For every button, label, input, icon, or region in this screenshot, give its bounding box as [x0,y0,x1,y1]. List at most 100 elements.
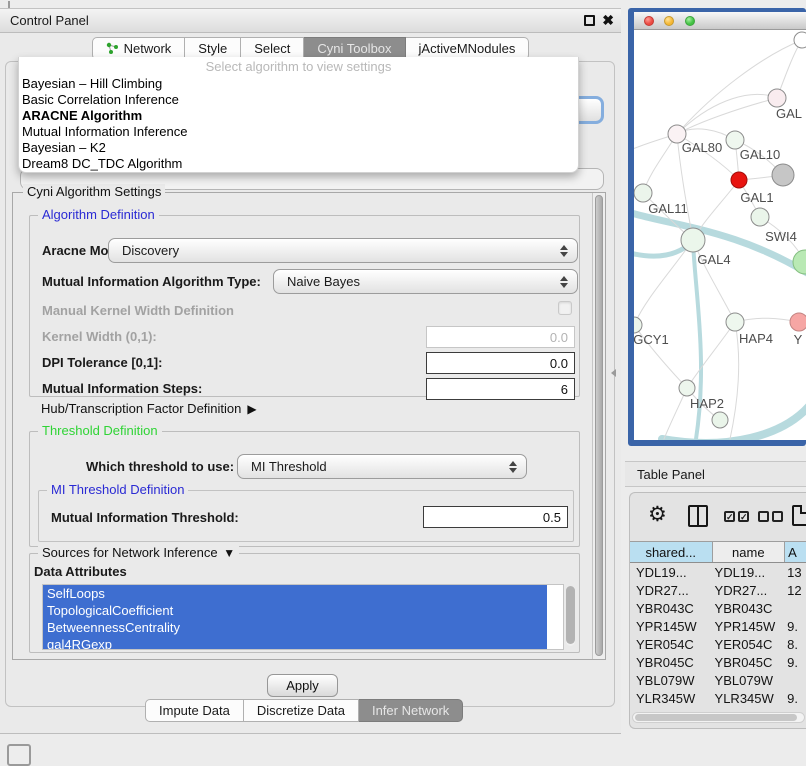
mi-threshold-label: Mutual Information Threshold: [51,510,239,525]
mi-threshold-input[interactable] [423,506,568,528]
algorithm-option[interactable]: Bayesian – K2 [19,140,578,156]
tab-discretize-data[interactable]: Discretize Data [244,699,359,722]
attribute-item-selected[interactable]: gal4RGexp [43,636,547,650]
close-traffic-light[interactable] [644,16,654,26]
table-row[interactable]: YPR145W YPR145W 9. [630,618,806,636]
table-row[interactable]: YBL079W YBL079W [630,672,806,690]
dpi-tolerance-input[interactable] [426,352,575,374]
hub-definition-label: Hub/Transcription Factor Definition [41,401,241,416]
attribute-item-selected[interactable]: BetweennessCentrality [43,619,547,636]
threshold-definition-group: Threshold Definition Which threshold to … [29,431,580,547]
network-canvas[interactable]: GALGAL80GAL10GAL1GAL11SWI4GAL4GCY1HAP4YH… [634,30,806,440]
table-row[interactable]: YER054C YER054C 8. [630,636,806,654]
algorithm-option[interactable]: Mutual Information Inference [19,124,578,140]
column-header-shared-name[interactable]: shared... [630,542,713,562]
network-node[interactable] [794,32,806,48]
scrollbar-thumb[interactable] [595,195,603,656]
select-all-checks-icon[interactable]: ✓ ✓ [724,511,749,522]
column-header-name[interactable]: name [713,542,786,562]
checked-box-icon: ✓ [724,511,735,522]
list-vertical-scrollbar[interactable] [566,586,575,646]
manual-kernel-checkbox[interactable] [558,301,572,315]
node-label: SWI4 [765,229,797,244]
table-row[interactable]: YDL19... YDL19... 13 [630,564,806,582]
minimize-traffic-light[interactable] [664,16,674,26]
table-row[interactable]: YLR345W YLR345W 9. [630,690,806,706]
cell-name: YDL19... [713,564,786,582]
settings-group-title: Cyni Algorithm Settings [23,184,165,199]
attribute-item-selected[interactable]: SelfLoops [43,585,547,602]
settings-gear-icon[interactable]: ⚙ [648,502,667,527]
algorithm-option[interactable]: Bayesian – Hill Climbing [19,76,578,92]
cell-shared-name: YBL079W [630,672,713,690]
network-edge[interactable] [730,322,739,439]
column-layout-icon[interactable] [688,505,708,527]
cell-shared-name: YBR045C [630,654,713,672]
settings-vertical-scrollbar[interactable] [592,193,605,659]
hub-definition-expander[interactable]: Hub/Transcription Factor Definition▶ [41,401,257,416]
algorithm-option[interactable]: Dream8 DC_TDC Algorithm [19,156,578,172]
table-panel: ⚙ ✓ ✓ shared... name A YDL19... YDL19...… [629,492,806,729]
stepper-arrows-icon [560,245,568,257]
table-rows: YDL19... YDL19... 13 YDR27... YDR27... 1… [630,564,806,706]
table-function-icon[interactable] [792,505,806,526]
table-row[interactable]: YDR27... YDR27... 12 [630,582,806,600]
network-node-hap2[interactable] [679,380,695,396]
floating-dock-icon[interactable] [7,744,31,766]
control-panel-title: Control Panel [10,13,89,28]
float-window-button[interactable] [584,15,595,26]
network-edge[interactable] [634,240,693,325]
network-node-gal[interactable] [768,89,786,107]
network-node-gal4[interactable] [681,228,705,252]
network-node[interactable] [772,164,794,186]
deselect-all-checks-icon[interactable] [758,511,783,522]
cell-shared-name: YPR145W [630,618,713,636]
tab-impute-data[interactable]: Impute Data [145,699,244,722]
algorithm-definition-title: Algorithm Definition [38,207,159,222]
scrollbar-thumb[interactable] [566,586,575,644]
bottom-tab-bar: Impute Data Discretize Data Infer Networ… [145,699,463,722]
network-node-y[interactable] [790,313,806,331]
zoom-traffic-light[interactable] [685,16,695,26]
aracne-mode-combo[interactable]: Discovery [108,238,578,263]
network-window-titlebar[interactable] [634,12,806,30]
algorithm-dropdown-popup: Select algorithm to view settings Bayesi… [18,57,579,173]
attribute-item-selected[interactable]: TopologicalCoefficient [43,602,547,619]
close-button[interactable]: ✖ [602,12,614,29]
kernel-width-input[interactable] [426,326,575,348]
mi-type-combo[interactable]: Naive Bayes [273,269,578,294]
sources-group-title: Sources for Network Inference ▼ [38,545,239,560]
scrollbar-thumb[interactable] [635,714,797,721]
network-edge[interactable] [677,94,777,134]
cell-shared-name: YDL19... [630,564,713,582]
node-label: GAL10 [740,147,780,162]
algorithm-option[interactable]: ARACNE Algorithm [19,108,578,124]
column-header-partial[interactable]: A [785,542,806,562]
network-node-hap4[interactable] [726,313,744,331]
table-row[interactable]: YBR043C YBR043C [630,600,806,618]
network-node-gcy1[interactable] [634,317,642,333]
network-node[interactable] [793,250,806,274]
network-node-gal11[interactable] [634,184,652,202]
splitter-handle[interactable] [611,369,616,377]
network-edge[interactable] [677,98,777,134]
network-edge[interactable] [735,318,799,322]
node-label: GAL11 [648,201,688,216]
unchecked-box-icon [772,511,783,522]
table-horizontal-scrollbar[interactable] [632,712,805,723]
apply-button[interactable]: Apply [267,674,338,697]
tab-infer-network[interactable]: Infer Network [359,699,463,722]
which-threshold-combo[interactable]: MI Threshold [237,454,527,479]
network-node[interactable] [712,412,728,428]
cell-value: 12 [785,582,806,600]
algorithm-option[interactable]: Basic Correlation Inference [19,92,578,108]
mi-steps-input[interactable] [426,378,575,400]
unchecked-box-icon [758,511,769,522]
network-node-swi4[interactable] [751,208,769,226]
which-threshold-label: Which threshold to use: [86,459,234,474]
network-edge[interactable] [687,322,735,388]
tab-label: Style [198,41,227,56]
kernel-width-label: Kernel Width (0,1): [42,329,157,344]
table-row[interactable]: YBR045C YBR045C 9. [630,654,806,672]
network-node-gal1[interactable] [731,172,747,188]
